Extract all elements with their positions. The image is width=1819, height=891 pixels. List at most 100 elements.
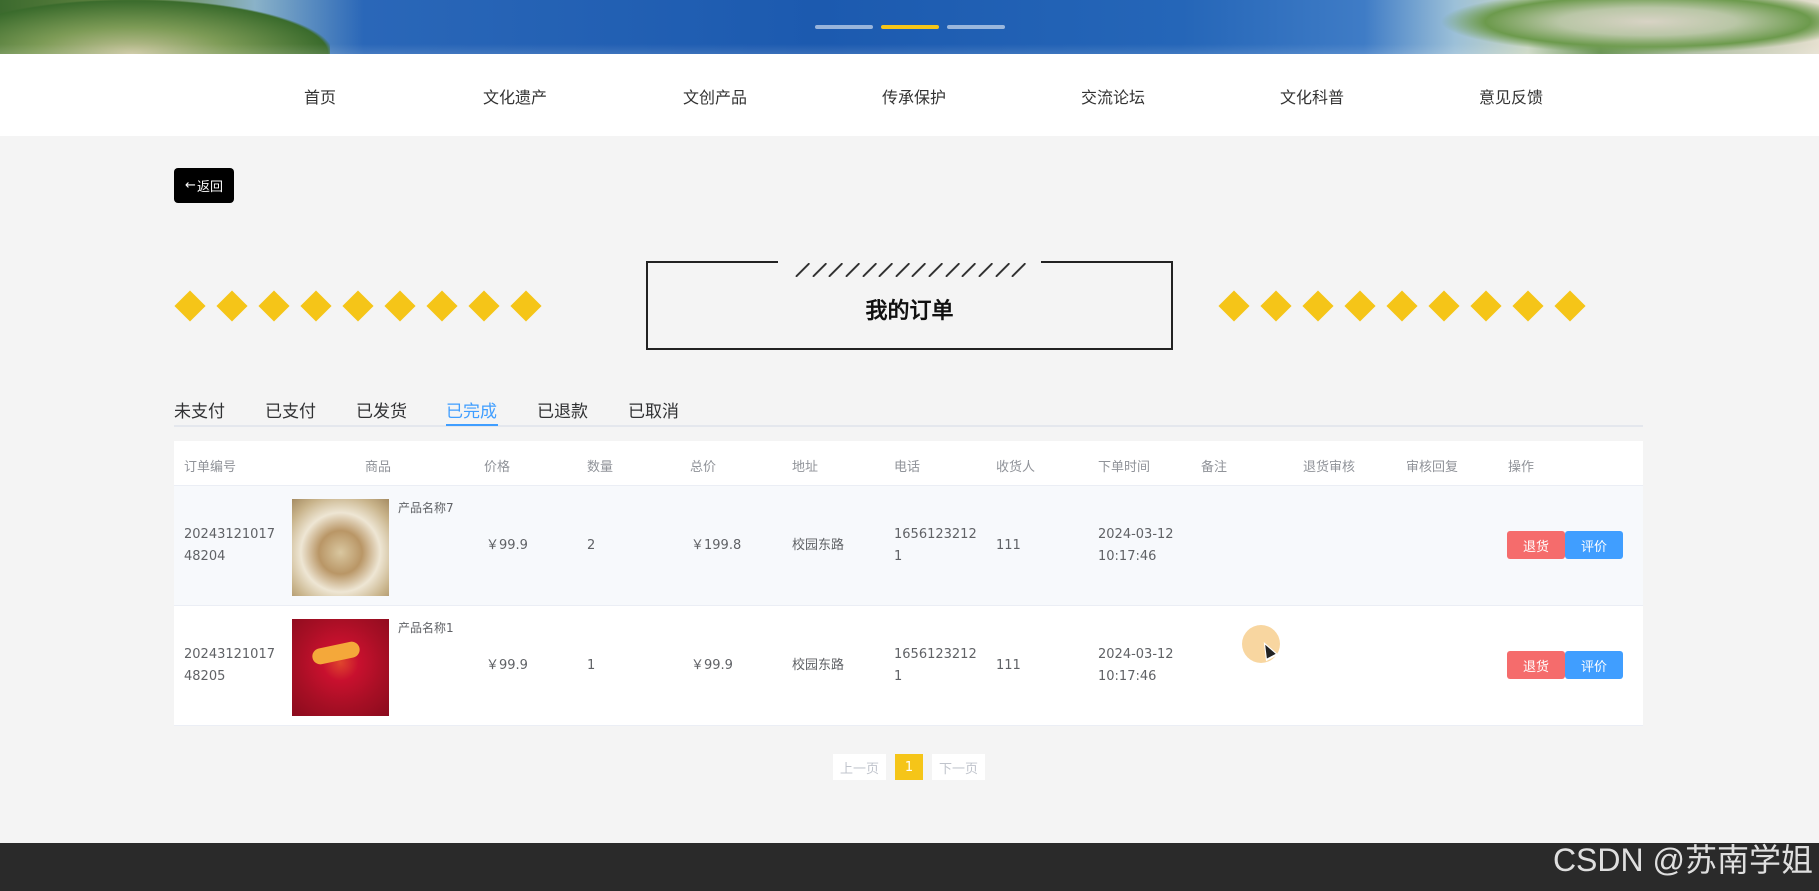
order-number-line2: 48205 — [184, 669, 226, 684]
watermark: CSDN @苏南学姐 — [1552, 842, 1813, 878]
banner-wave — [0, 44, 1819, 54]
back-label: 返回 — [196, 180, 223, 195]
order-date: 2024-03-12 — [1098, 527, 1174, 542]
nav-item-protection[interactable]: 传承保护 — [882, 84, 946, 108]
table-row: 20243121017 48204 产品名称7 ￥99.9 2 ￥199.8 校… — [174, 486, 1643, 606]
page-footer — [0, 843, 1819, 891]
price: ￥99.9 — [486, 538, 528, 553]
diamond-icon — [300, 290, 332, 322]
table-header: 订单编号 商品 价格 数量 总价 地址 电话 收货人 下单时间 备注 退货审核 … — [174, 441, 1643, 486]
diamond-icon — [468, 290, 500, 322]
tab-unpaid[interactable]: 未支付 — [174, 397, 225, 427]
tab-cancelled[interactable]: 已取消 — [628, 397, 679, 427]
pagination-prev-button[interactable]: 上一页 — [833, 754, 886, 780]
pagination-next-button[interactable]: 下一页 — [932, 754, 985, 780]
order-number-line2: 48204 — [184, 549, 226, 564]
order-number: 20243121017 48204 — [184, 524, 275, 568]
phone-line1: 1656123212 — [894, 527, 977, 542]
address: 校园东路 — [792, 658, 845, 673]
diamond-icon — [216, 290, 248, 322]
order-number: 20243121017 48205 — [184, 644, 275, 688]
tab-shipped[interactable]: 已发货 — [356, 397, 407, 427]
order-clock: 10:17:46 — [1098, 549, 1157, 564]
product-image — [292, 499, 389, 596]
col-actions: 操作 — [1508, 460, 1535, 475]
diamond-icon — [384, 290, 416, 322]
order-number-line1: 20243121017 — [184, 527, 275, 542]
diamond-icon — [342, 290, 374, 322]
col-product: 商品 — [365, 460, 392, 475]
return-button[interactable]: 退货 — [1507, 651, 1565, 679]
nav-item-feedback[interactable]: 意见反馈 — [1479, 84, 1543, 108]
total-price: ￥99.9 — [691, 658, 733, 673]
diamond-icon — [1344, 290, 1376, 322]
hatch-decoration — [796, 263, 1026, 277]
tab-refunded[interactable]: 已退款 — [537, 397, 588, 427]
table-row: 20243121017 48205 产品名称1 ￥99.9 1 ￥99.9 校园… — [174, 606, 1643, 726]
review-button[interactable]: 评价 — [1565, 531, 1623, 559]
diamond-icon — [1428, 290, 1460, 322]
phone-line1: 1656123212 — [894, 647, 977, 662]
diamond-icon — [1218, 290, 1250, 322]
col-review-reply: 审核回复 — [1406, 460, 1459, 475]
diamond-icon — [258, 290, 290, 322]
diamond-icon — [174, 290, 206, 322]
col-remark: 备注 — [1201, 460, 1228, 475]
nav-item-science[interactable]: 文化科普 — [1280, 84, 1344, 108]
phone-line2: 1 — [894, 549, 903, 564]
orders-table: 订单编号 商品 价格 数量 总价 地址 电话 收货人 下单时间 备注 退货审核 … — [174, 441, 1643, 726]
diamond-icon — [1386, 290, 1418, 322]
carousel-indicators — [815, 25, 1005, 29]
title-decor-left — [174, 290, 542, 322]
tab-paid[interactable]: 已支付 — [265, 397, 316, 427]
back-arrow-icon: ← — [185, 178, 196, 193]
page-title-box: 我的订单 — [646, 259, 1173, 350]
page-title: 我的订单 — [865, 299, 954, 324]
order-time: 2024-03-12 10:17:46 — [1098, 644, 1174, 688]
diamond-icon — [510, 290, 542, 322]
col-address: 地址 — [792, 460, 819, 475]
order-number-line1: 20243121017 — [184, 647, 275, 662]
diamond-icon — [1512, 290, 1544, 322]
col-receiver: 收货人 — [996, 460, 1036, 475]
col-quantity: 数量 — [587, 460, 614, 475]
carousel-dot-2[interactable] — [881, 25, 939, 29]
hero-banner — [0, 0, 1819, 54]
tab-completed[interactable]: 已完成 — [446, 397, 497, 427]
order-date: 2024-03-12 — [1098, 647, 1174, 662]
phone: 1656123212 1 — [894, 644, 977, 688]
col-order-no: 订单编号 — [184, 460, 237, 475]
tab-active-indicator — [446, 424, 498, 426]
receiver: 111 — [996, 658, 1021, 673]
order-status-tabs: 未支付 已支付 已发货 已完成 已退款 已取消 — [174, 397, 1643, 427]
main-nav: 首页 文化遗产 文创产品 传承保护 交流论坛 文化科普 意见反馈 — [0, 54, 1819, 136]
order-time: 2024-03-12 10:17:46 — [1098, 524, 1174, 568]
col-phone: 电话 — [894, 460, 921, 475]
receiver: 111 — [996, 538, 1021, 553]
review-button[interactable]: 评价 — [1565, 651, 1623, 679]
product-name: 产品名称7 — [398, 501, 454, 515]
back-button[interactable]: ← 返回 — [174, 168, 234, 203]
diamond-icon — [1260, 290, 1292, 322]
diamond-icon — [1302, 290, 1334, 322]
diamond-icon — [426, 290, 458, 322]
nav-item-heritage[interactable]: 文化遗产 — [483, 84, 547, 108]
col-return-review: 退货审核 — [1303, 460, 1356, 475]
col-total: 总价 — [690, 460, 717, 475]
phone-line2: 1 — [894, 669, 903, 684]
nav-item-home[interactable]: 首页 — [304, 84, 336, 108]
diamond-icon — [1470, 290, 1502, 322]
quantity: 1 — [587, 658, 596, 673]
nav-item-forum[interactable]: 交流论坛 — [1081, 84, 1145, 108]
address: 校园东路 — [792, 538, 845, 553]
col-price: 价格 — [484, 460, 511, 475]
return-button[interactable]: 退货 — [1507, 531, 1565, 559]
total-price: ￥199.8 — [691, 538, 742, 553]
carousel-dot-1[interactable] — [815, 25, 873, 29]
nav-item-products[interactable]: 文创产品 — [683, 84, 747, 108]
quantity: 2 — [587, 538, 596, 553]
phone: 1656123212 1 — [894, 524, 977, 568]
carousel-dot-3[interactable] — [947, 25, 1005, 29]
pagination-page-1[interactable]: 1 — [895, 754, 923, 780]
diamond-icon — [1554, 290, 1586, 322]
